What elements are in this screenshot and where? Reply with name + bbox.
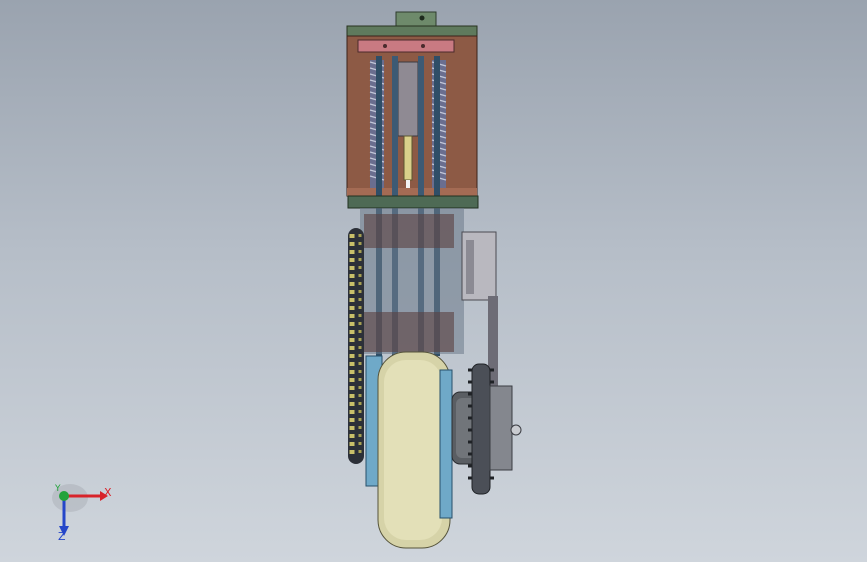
triad-y-label: Y [55, 484, 61, 494]
spring-housing [346, 35, 478, 197]
graphics-viewport[interactable]: X Y Z [0, 0, 867, 562]
drive-chain [348, 228, 364, 464]
triad-z-label: Z [58, 530, 66, 543]
drive-wheel [365, 351, 453, 549]
top-mount [346, 11, 478, 39]
triad-x-label: X [104, 486, 112, 499]
assembly-model[interactable] [0, 0, 867, 562]
